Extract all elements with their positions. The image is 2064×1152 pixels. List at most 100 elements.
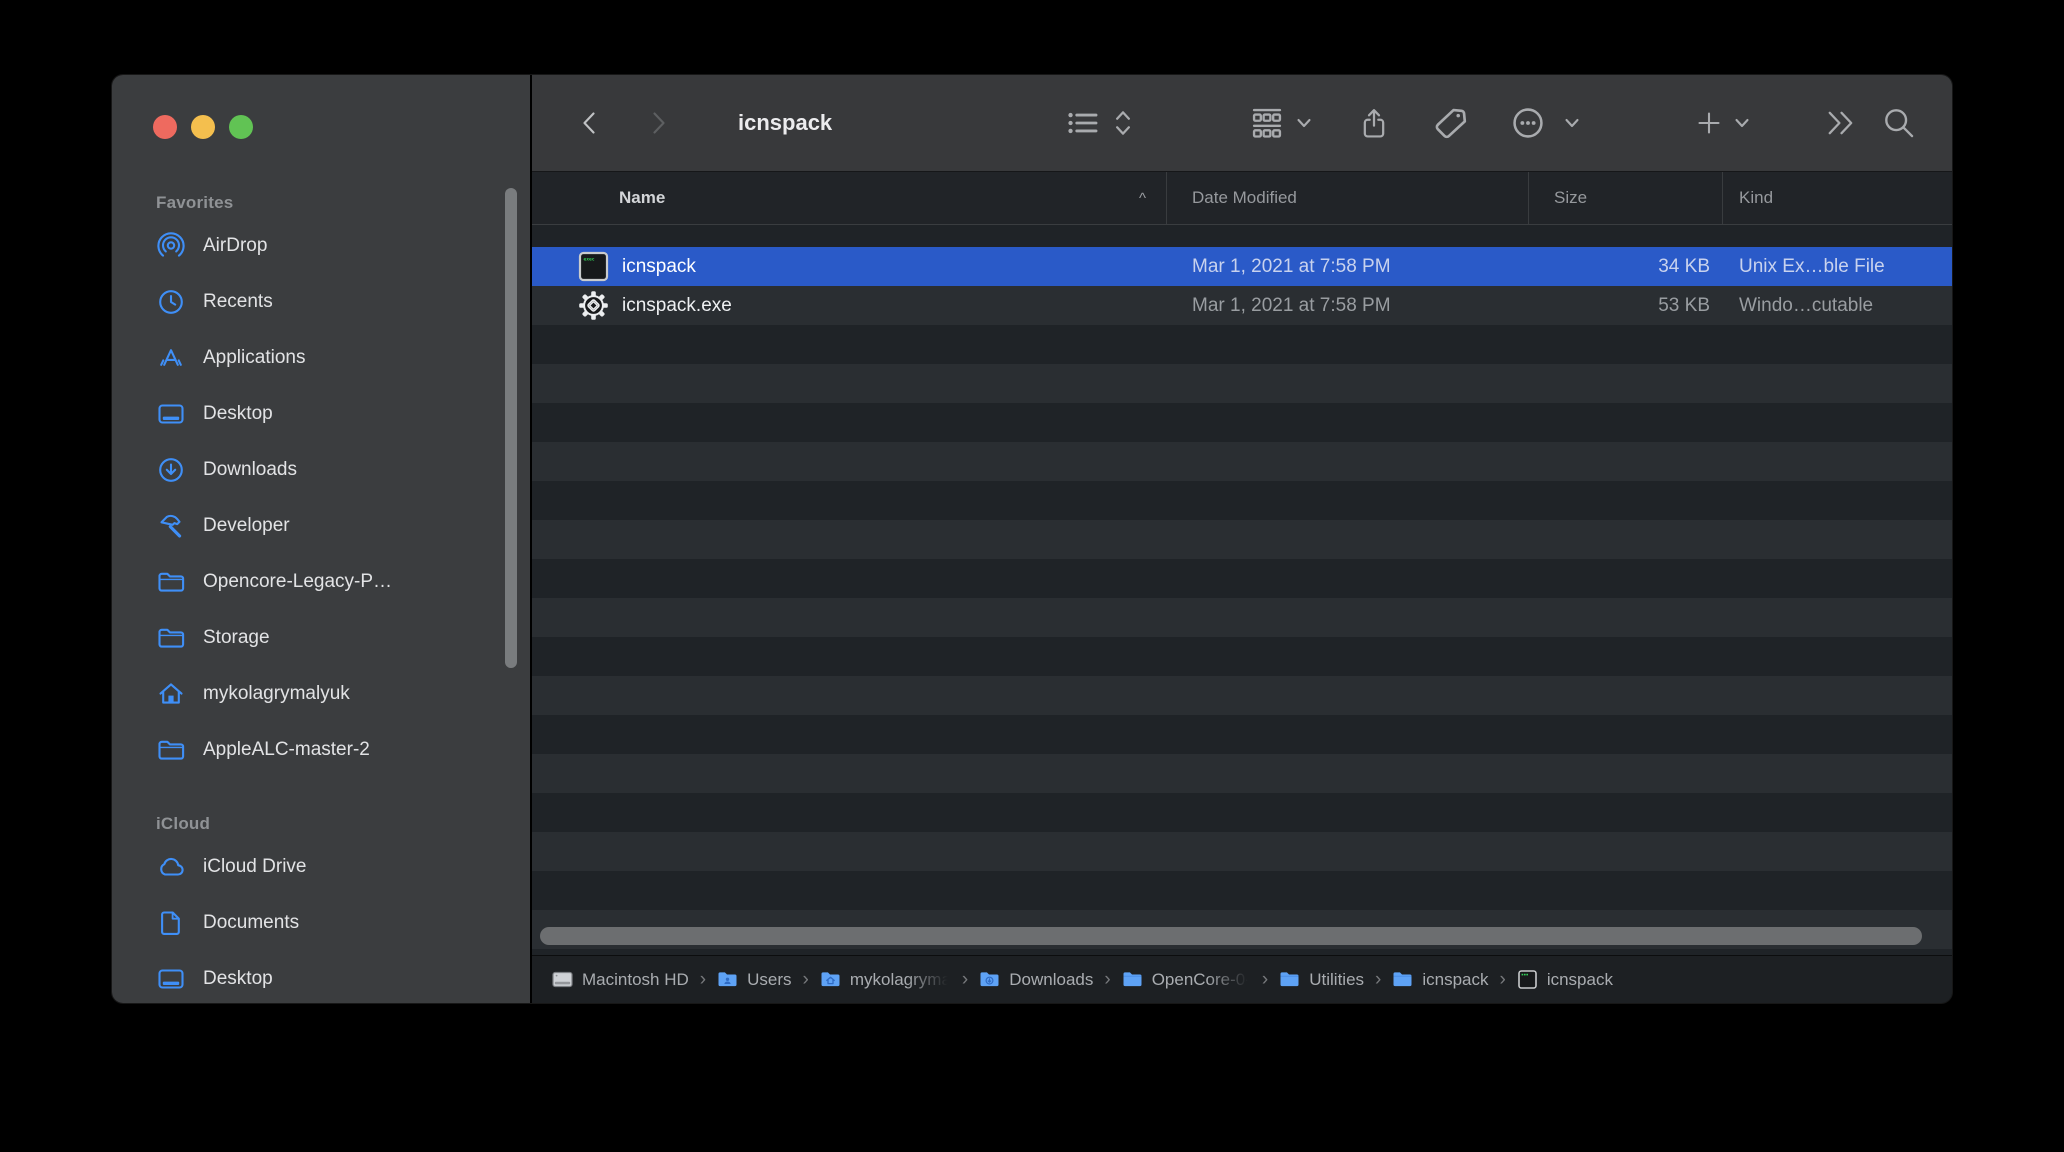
download-icon (156, 455, 186, 485)
sidebar-item-label: Opencore-Legacy-P… (203, 571, 393, 592)
folder-plain-icon (1279, 969, 1300, 990)
column-label: Name (619, 188, 666, 207)
back-button[interactable] (576, 108, 602, 138)
appstore-icon (156, 343, 186, 373)
finder-window: Favorites AirDrop Recents Applications Deskt… (112, 75, 1952, 1003)
path-separator-chevron-icon: › (1261, 969, 1269, 990)
sidebar-item-icloud-drive[interactable]: iCloud Drive (112, 839, 530, 895)
path-segment-label: icnspack (1546, 969, 1613, 989)
path-segment-icnspack[interactable]: icnspack (1392, 969, 1489, 990)
list-view-icon (1066, 106, 1100, 140)
column-header-kind[interactable]: Kind (1723, 172, 1952, 224)
column-header-name[interactable]: Name ^ (532, 172, 1167, 224)
folder-plain-icon (1122, 969, 1143, 990)
sidebar-item-label: Documents (203, 912, 300, 933)
sidebar-scrollbar[interactable] (505, 188, 517, 668)
column-header-date-modified[interactable]: Date Modified (1167, 172, 1529, 224)
sidebar-item-label: Recents (203, 291, 273, 312)
folder-home-icon (820, 969, 841, 990)
sidebar-item-label: Applications (203, 347, 306, 368)
tag-icon (1432, 104, 1470, 142)
sidebar-item-label: Desktop (203, 968, 273, 989)
more-actions-chevron[interactable] (1562, 113, 1582, 133)
main-area: icnspack Name ^ Date Modified Size Kind … (530, 75, 1952, 1003)
folder-download-icon (979, 969, 1000, 990)
sidebar-item-documents[interactable]: Documents (112, 895, 530, 951)
path-segment-utilities[interactable]: Utilities (1279, 969, 1364, 990)
double-chevron-icon (1824, 108, 1858, 138)
sidebar-item-storage[interactable]: Storage (112, 610, 530, 666)
close-button[interactable] (153, 115, 177, 139)
sidebar-item-mykolagrymalyuk[interactable]: mykolagrymalyuk (112, 666, 530, 722)
path-segment-icnspack[interactable]: icnspack (1517, 969, 1613, 990)
chevron-left-icon (576, 108, 602, 138)
file-row-icnspack[interactable]: exec icnspack Mar 1, 2021 at 7:58 PM 34 KB U… (532, 247, 1952, 286)
file-name: icnspack.exe (622, 294, 732, 316)
hammer-icon (156, 511, 186, 541)
sidebar-item-downloads[interactable]: Downloads (112, 442, 530, 498)
path-separator-chevron-icon: › (1499, 969, 1506, 990)
view-list-button[interactable] (1066, 106, 1100, 140)
minimize-button[interactable] (191, 115, 215, 139)
group-by-chevron[interactable] (1294, 113, 1314, 133)
sidebar-item-label: Storage (203, 627, 270, 648)
sidebar-item-developer[interactable]: Developer (112, 498, 530, 554)
sidebar: Favorites AirDrop Recents Applications Deskt… (112, 75, 530, 1003)
zoom-button[interactable] (229, 115, 253, 139)
column-label: Size (1554, 188, 1588, 207)
path-segment-downloads[interactable]: Downloads (979, 969, 1093, 990)
desktop-icon (156, 399, 186, 429)
more-actions-button[interactable] (1510, 105, 1546, 141)
sidebar-item-recents[interactable]: Recents (112, 274, 530, 330)
path-segment-macintosh-hd[interactable]: Macintosh HD (552, 969, 689, 990)
chevron-down-icon (1732, 113, 1752, 133)
sidebar-item-opencore-legacy-p[interactable]: Opencore-Legacy-P… (112, 554, 530, 610)
tags-button[interactable] (1432, 104, 1470, 142)
file-name-cell: icnspack.exe (532, 290, 1167, 321)
horizontal-scrollbar[interactable] (540, 927, 1922, 945)
share-button[interactable] (1358, 105, 1390, 141)
path-segment-label: Downloads (1009, 969, 1094, 989)
toolbar-overflow-button[interactable] (1824, 108, 1858, 138)
document-icon (156, 908, 186, 938)
sidebar-item-desktop[interactable]: Desktop (112, 951, 530, 1003)
column-label: Kind (1739, 188, 1774, 207)
file-name-cell: exec icnspack (532, 251, 1167, 282)
sidebar-item-label: Developer (203, 515, 290, 536)
sidebar-item-desktop[interactable]: Desktop (112, 386, 530, 442)
cloud-icon (156, 852, 186, 882)
file-row-icnspack.exe[interactable]: icnspack.exe Mar 1, 2021 at 7:58 PM 53 KB W… (532, 286, 1952, 325)
sidebar-content: Favorites AirDrop Recents Applications Deskt… (112, 187, 530, 1003)
share-icon (1358, 105, 1390, 141)
new-item-chevron[interactable] (1732, 113, 1752, 133)
forward-button[interactable] (646, 108, 672, 138)
path-segment-mykolagryma[interactable]: mykolagryma (820, 969, 951, 990)
sidebar-item-applications[interactable]: Applications (112, 330, 530, 386)
folder-users-icon (717, 969, 738, 990)
group-by-button[interactable] (1248, 105, 1286, 141)
view-sort-button[interactable] (1112, 107, 1134, 139)
column-headers: Name ^ Date Modified Size Kind (532, 171, 1952, 225)
clock-icon (156, 287, 186, 317)
search-button[interactable] (1882, 106, 1916, 140)
traffic-lights (153, 115, 253, 139)
column-header-size[interactable]: Size (1529, 172, 1723, 224)
toolbar: icnspack (532, 75, 1952, 171)
path-segment-users[interactable]: Users (717, 969, 792, 990)
folder-icon (156, 623, 186, 653)
sidebar-section-header: iCloud (156, 814, 211, 833)
sort-chevrons-icon (1112, 107, 1134, 139)
chevron-right-icon (646, 108, 672, 138)
sidebar-section-header: Favorites (156, 193, 234, 212)
path-separator-chevron-icon: › (1375, 969, 1382, 990)
path-segment-label: Macintosh HD (582, 969, 689, 989)
exe-gear-icon (578, 290, 609, 321)
file-list: exec icnspack Mar 1, 2021 at 7:58 PM 34 KB U… (532, 225, 1952, 955)
new-item-button[interactable] (1696, 110, 1722, 136)
airdrop-icon (156, 231, 186, 261)
path-segment-opencore-0[interactable]: OpenCore-0- (1122, 969, 1251, 990)
path-bar: Macintosh HD › Users › mykolagryma › Downloads… (532, 955, 1952, 1003)
file-name: icnspack (622, 255, 696, 277)
sidebar-item-applealc-master-2[interactable]: AppleALC-master-2 (112, 722, 530, 778)
sidebar-item-airdrop[interactable]: AirDrop (112, 218, 530, 274)
